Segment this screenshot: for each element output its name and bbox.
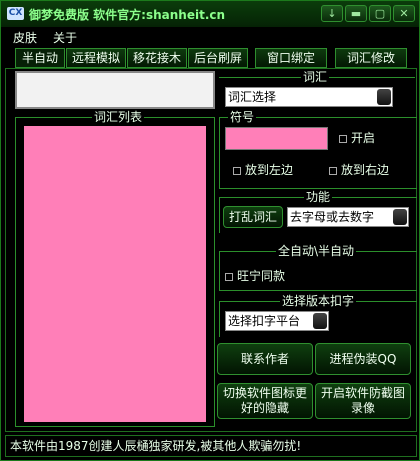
wangning-label: 旺宁同款 [237, 269, 286, 283]
tab-vocab-edit[interactable]: 词汇修改 [335, 48, 407, 68]
platform-select-value: 选择扣字平台 [228, 314, 301, 328]
close-button[interactable]: ✕ [393, 5, 415, 22]
tab-graft[interactable]: 移花接木 [127, 48, 187, 68]
chevron-down-icon[interactable] [313, 313, 327, 329]
app-window: CX 御梦免费版 软件官方:shanheit.cn ↓ ▬ ▢ ✕ 皮肤 关于 … [0, 0, 420, 461]
shuffle-vocab-button[interactable]: 打乱词汇 [223, 206, 283, 228]
place-right-label: 放到右边 [341, 163, 390, 177]
word-list[interactable] [24, 126, 206, 422]
checkbox-icon [225, 272, 233, 281]
checkbox-icon [339, 134, 347, 143]
tab-remote-simulate[interactable]: 远程模拟 [66, 48, 126, 68]
tab-background-spam[interactable]: 后台刷屏 [188, 48, 248, 68]
wangning-checkbox[interactable]: 旺宁同款 [225, 267, 285, 284]
platform-select[interactable]: 选择扣字平台 [225, 311, 329, 331]
function-select[interactable]: 去字母或去数字 [287, 207, 409, 227]
status-bar: 本软件由1987创建人辰樋独家研发,被其他人欺骗勿扰! [5, 435, 417, 457]
contact-author-button[interactable]: 联系作者 [217, 343, 313, 375]
menu-bar: 皮肤 关于 [1, 27, 419, 47]
word-list-group: 词汇列表 [15, 110, 215, 427]
vocab-select[interactable]: 词汇选择 [225, 87, 393, 107]
place-left-checkbox[interactable]: 放到左边 [233, 161, 293, 178]
menu-skin[interactable]: 皮肤 [13, 29, 37, 46]
chevron-down-icon[interactable] [393, 209, 407, 225]
anti-screenshot-line2: 录像 [350, 401, 375, 415]
switch-icon-line2: 好的隐藏 [240, 401, 289, 415]
tab-window-bind[interactable]: 窗口绑定 [255, 48, 327, 68]
function-legend: 功能 [304, 190, 333, 204]
symbol-enable-label: 开启 [351, 131, 376, 145]
vocab-legend: 词汇 [301, 70, 330, 84]
minimize-button[interactable]: ▬ [345, 5, 367, 22]
auto-mode-legend: 全自动\半自动 [276, 244, 357, 258]
version-legend: 选择版本扣字 [280, 294, 357, 308]
title-bar: CX 御梦免费版 软件官方:shanheit.cn ↓ ▬ ▢ ✕ [1, 1, 419, 27]
menu-about[interactable]: 关于 [53, 29, 77, 46]
word-list-legend: 词汇列表 [92, 110, 145, 124]
chevron-down-icon[interactable] [377, 89, 391, 105]
maximize-button[interactable]: ▢ [369, 5, 391, 22]
checkbox-icon [233, 166, 241, 175]
place-right-checkbox[interactable]: 放到右边 [329, 161, 389, 178]
switch-icon-button[interactable]: 切换软件图标更 好的隐藏 [217, 383, 313, 419]
symbol-enable-checkbox[interactable]: 开启 [339, 129, 375, 146]
switch-icon-line1: 切换软件图标更 [222, 386, 307, 400]
checkbox-icon [329, 166, 337, 175]
anti-screenshot-button[interactable]: 开启软件防截图 录像 [315, 383, 411, 419]
anti-screenshot-line1: 开启软件防截图 [320, 386, 405, 400]
symbol-legend: 符号 [228, 110, 257, 124]
symbol-input[interactable] [225, 127, 328, 150]
disguise-qq-button[interactable]: 进程伪装QQ [315, 343, 411, 375]
app-logo-icon: CX [7, 7, 24, 20]
place-left-label: 放到左边 [245, 163, 294, 177]
vocab-select-value: 词汇选择 [228, 90, 277, 104]
download-icon[interactable]: ↓ [321, 5, 343, 22]
message-input[interactable] [15, 71, 215, 109]
window-title: 御梦免费版 软件官方:shanheit.cn [29, 8, 226, 22]
tab-semi-auto[interactable]: 半自动 [15, 48, 65, 68]
function-select-value: 去字母或去数字 [290, 210, 375, 224]
